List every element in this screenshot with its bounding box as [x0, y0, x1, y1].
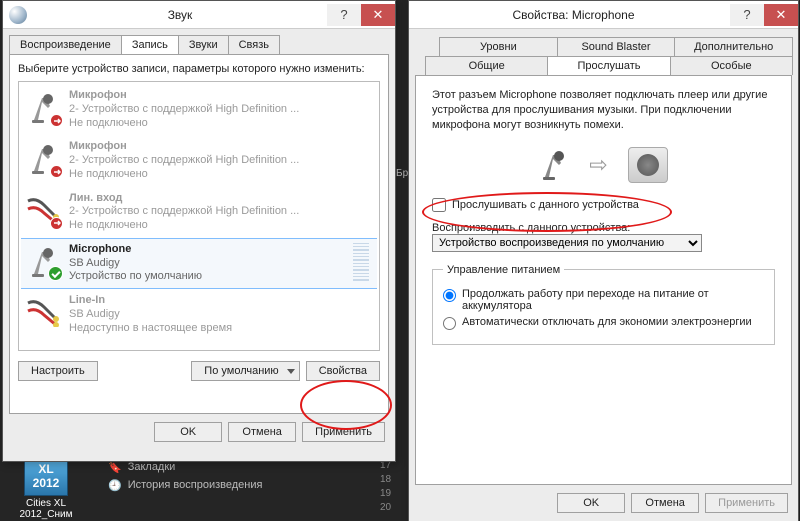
instruction-text: Выберите устройство записи, параметры ко…: [18, 63, 380, 75]
device-item[interactable]: MicrophoneSB AudigyУстройство по умолчан…: [21, 238, 377, 289]
playback-device-select[interactable]: Устройство воспроизведения по умолчанию: [432, 234, 702, 252]
dialog-buttons: OK Отмена Применить: [3, 414, 395, 450]
device-name: Лин. вход: [69, 192, 373, 206]
tab-advanced[interactable]: Дополнительно: [674, 37, 793, 56]
close-button[interactable]: ✕: [361, 4, 395, 26]
tab-custom[interactable]: Особые: [670, 56, 793, 75]
mic-icon: [539, 147, 569, 184]
default-button[interactable]: По умолчанию: [191, 361, 299, 381]
not-connected-icon: [50, 165, 63, 178]
device-item[interactable]: Line-InSB AudigyНедоступно в настоящее в…: [21, 289, 377, 340]
dialog-buttons: OK Отмена Применить: [409, 485, 798, 521]
device-item[interactable]: Лин. вход2- Устройство с поддержкой High…: [21, 187, 377, 238]
listen-panel: Этот разъем Microphone позволяет подключ…: [415, 75, 792, 485]
device-subtitle: 2- Устройство с поддержкой High Definiti…: [69, 103, 373, 117]
power-radio-auto-off-label[interactable]: Автоматически отключать для экономии эле…: [462, 316, 752, 328]
window-title: Звук: [33, 8, 327, 22]
power-radio-continue-label[interactable]: Продолжать работу при переходе на питани…: [462, 288, 764, 312]
tab-recording[interactable]: Запись: [121, 35, 179, 54]
device-status: Недоступно в настоящее время: [69, 322, 373, 336]
microphone-icon: [25, 140, 61, 176]
device-subtitle: SB Audigy: [69, 257, 345, 271]
apply-button[interactable]: Применить: [705, 493, 788, 513]
tab-levels[interactable]: Уровни: [439, 37, 558, 56]
cancel-button[interactable]: Отмена: [228, 422, 296, 442]
device-subtitle: 2- Устройство с поддержкой High Definiti…: [69, 154, 373, 168]
desktop-shortcut[interactable]: XL 2012 Cities XL 2012_Сним: [16, 456, 76, 520]
bg-playlist-numbers: 17181920: [380, 460, 391, 513]
tabs-row2: Общие Прослушать Особые: [409, 56, 798, 75]
not-connected-icon: [50, 114, 63, 127]
device-name: Microphone: [69, 243, 345, 257]
cancel-button[interactable]: Отмена: [631, 493, 699, 513]
level-meter: [353, 243, 369, 281]
titlebar[interactable]: Свойства: Microphone ? ✕: [409, 1, 798, 29]
listen-checkbox-label[interactable]: Прослушивать с данного устройства: [452, 199, 639, 211]
help-button[interactable]: ?: [327, 4, 361, 26]
power-radio-continue[interactable]: [443, 289, 456, 302]
line-in-icon: [25, 294, 61, 330]
properties-window: Свойства: Microphone ? ✕ Уровни Sound Bl…: [408, 0, 799, 521]
device-status: Не подключено: [69, 219, 373, 233]
device-subtitle: 2- Устройство с поддержкой High Definiti…: [69, 205, 373, 219]
description-text: Этот разъем Microphone позволяет подключ…: [432, 88, 775, 133]
shortcut-label: Cities XL 2012_Сним: [16, 498, 76, 520]
microphone-icon: [25, 89, 61, 125]
chevron-down-icon: [287, 369, 295, 374]
tab-sounds[interactable]: Звуки: [178, 35, 229, 54]
power-management-group: Управление питанием Продолжать работу пр…: [432, 264, 775, 345]
device-name: Микрофон: [69, 140, 373, 154]
tab-soundblaster[interactable]: Sound Blaster: [557, 37, 676, 56]
device-status: Устройство по умолчанию: [69, 270, 345, 284]
ok-button[interactable]: OK: [557, 493, 625, 513]
device-item[interactable]: Микрофон2- Устройство с поддержкой High …: [21, 84, 377, 135]
device-name: Микрофон: [69, 89, 373, 103]
bg-app-menu: 🔖Закладки 🕘История воспроизведения: [108, 458, 262, 494]
line-in-icon: [25, 192, 61, 228]
playback-device-label: Воспроизводить с данного устройства:: [432, 222, 775, 234]
power-management-legend: Управление питанием: [443, 264, 564, 276]
tab-listen[interactable]: Прослушать: [547, 56, 670, 75]
speaker-icon: [628, 147, 668, 183]
device-subtitle: SB Audigy: [69, 308, 373, 322]
properties-button[interactable]: Свойства: [306, 361, 380, 381]
device-item[interactable]: Микрофон2- Устройство с поддержкой High …: [21, 135, 377, 186]
device-status: Не подключено: [69, 117, 373, 131]
recording-panel: Выберите устройство записи, параметры ко…: [9, 54, 389, 414]
device-status: Не подключено: [69, 168, 373, 182]
ok-button[interactable]: OK: [154, 422, 222, 442]
titlebar[interactable]: Звук ? ✕: [3, 1, 395, 29]
apply-button[interactable]: Применить: [302, 422, 385, 442]
default-device-icon: [48, 266, 63, 281]
device-list[interactable]: Микрофон2- Устройство с поддержкой High …: [18, 81, 380, 351]
shortcut-tile: XL 2012: [24, 456, 68, 496]
tabs-row1: Уровни Sound Blaster Дополнительно: [409, 29, 798, 56]
help-button[interactable]: ?: [730, 4, 764, 26]
sound-icon: [9, 6, 27, 24]
window-title: Свойства: Microphone: [417, 8, 730, 22]
sound-window: Звук ? ✕ Воспроизведение Запись Звуки Св…: [2, 0, 396, 462]
not-connected-icon: [50, 217, 63, 230]
configure-button[interactable]: Настроить: [18, 361, 98, 381]
close-button[interactable]: ✕: [764, 4, 798, 26]
tab-communications[interactable]: Связь: [228, 35, 280, 54]
signal-flow: ⇨: [432, 147, 775, 184]
arrow-right-icon: ⇨: [589, 152, 607, 178]
tab-playback[interactable]: Воспроизведение: [9, 35, 122, 54]
bg-text-fragment: Бр: [396, 168, 410, 182]
device-name: Line-In: [69, 294, 373, 308]
microphone-icon: [25, 243, 61, 279]
listen-checkbox[interactable]: [432, 198, 446, 212]
tab-general[interactable]: Общие: [425, 56, 548, 75]
tabs: Воспроизведение Запись Звуки Связь: [3, 29, 395, 54]
power-radio-auto-off[interactable]: [443, 317, 456, 330]
